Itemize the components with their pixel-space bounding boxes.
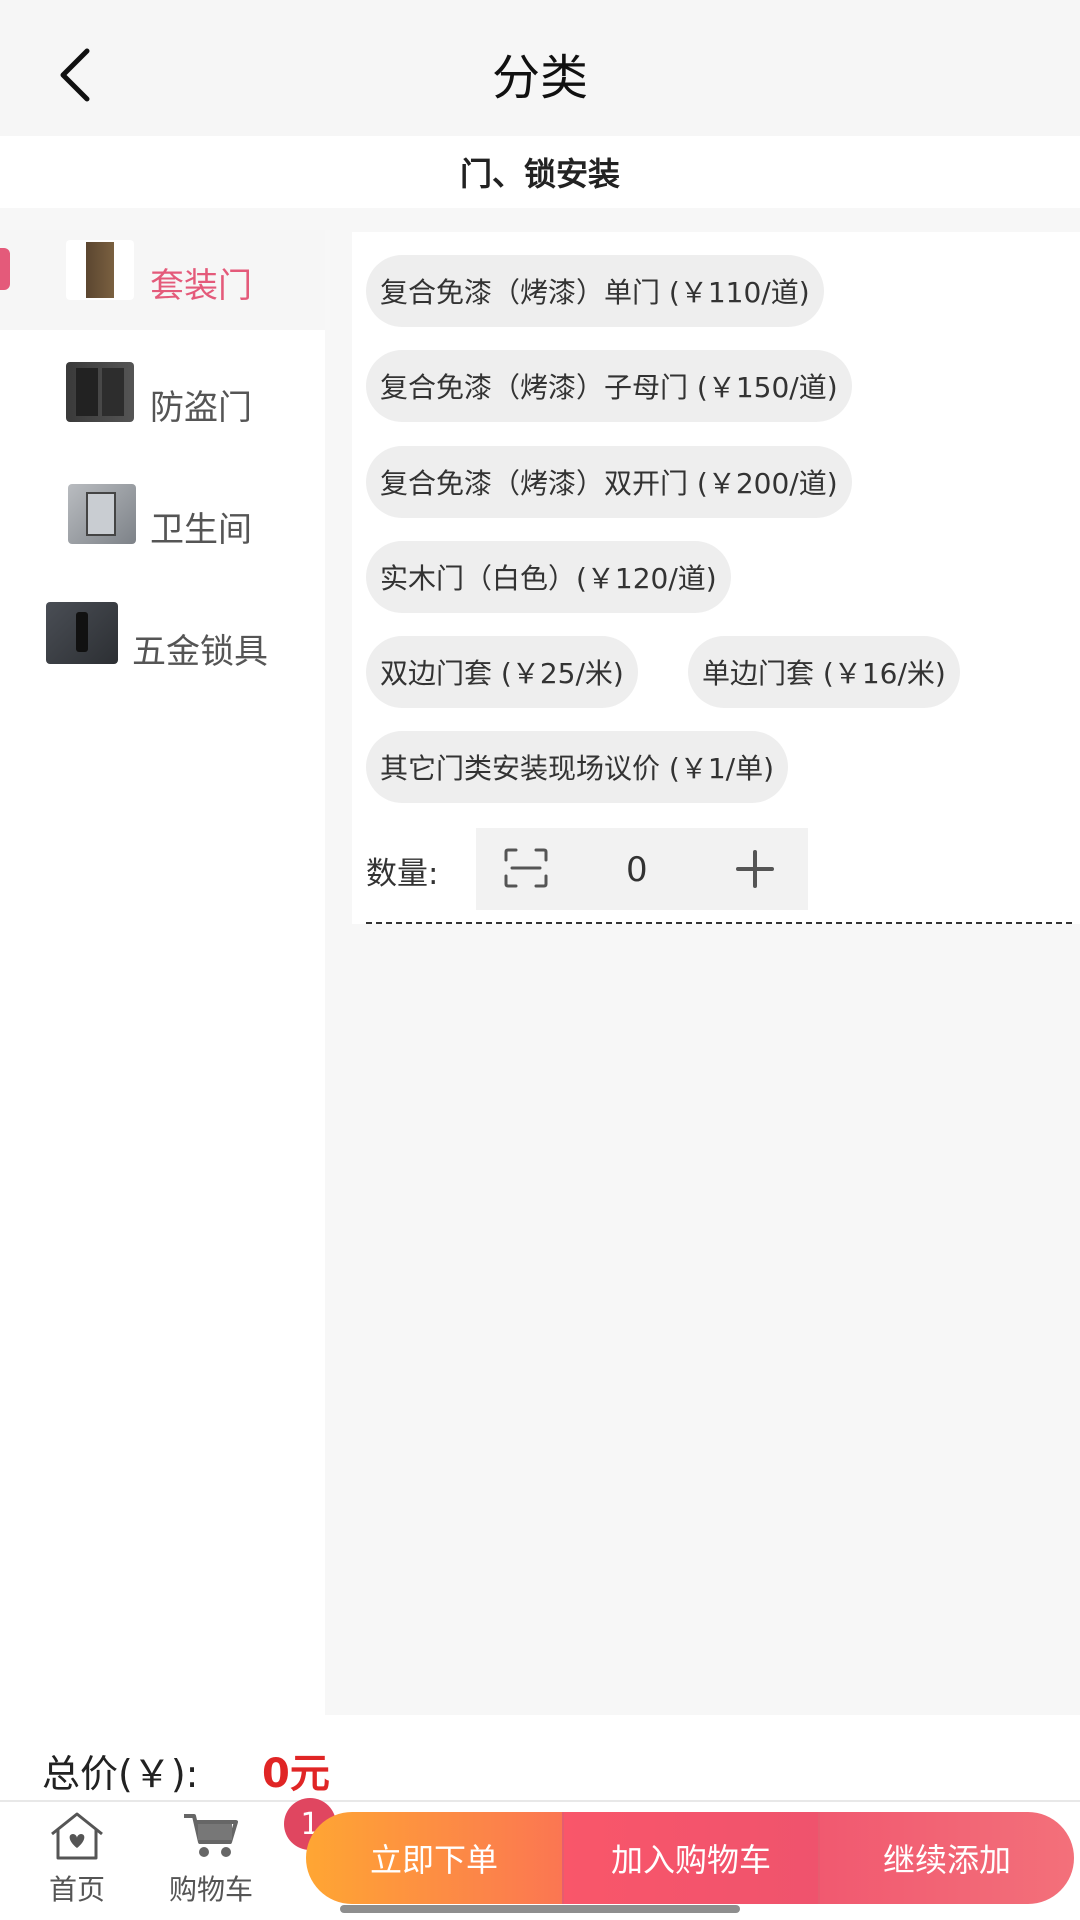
category-sidebar: 套装门 防盗门 卫生间 五金锁具 [0,230,325,1715]
sidebar-item-label: 五金锁具 [132,632,268,672]
add-to-cart-button[interactable]: 加入购物车 [562,1812,818,1904]
security-door-thumbnail [66,362,134,422]
total-label: 总价(￥): [42,1752,199,1796]
quantity-value: 0 [626,850,648,890]
sidebar-item-suit-door[interactable]: 套装门 [0,230,325,330]
total-bar: 总价(￥): 0元 [0,1715,1080,1807]
plus-icon[interactable] [734,848,776,890]
bathroom-thumbnail [68,484,136,544]
tab-cart[interactable]: 购物车 [156,1810,266,1910]
home-indicator [340,1905,740,1913]
home-icon [51,1812,103,1860]
sidebar-item-label: 套装门 [150,266,252,306]
quantity-stepper: 0 [476,828,808,910]
sidebar-item-label: 防盗门 [150,388,252,428]
option-chip-double-door[interactable]: 复合免漆（烤漆）双开门 (￥200/道) [366,446,852,518]
sidebar-item-bathroom[interactable]: 卫生间 [0,474,325,574]
tab-home[interactable]: 首页 [22,1810,132,1910]
option-chip-mother-child-door[interactable]: 复合免漆（烤漆）子母门 (￥150/道) [366,350,852,422]
sidebar-item-label: 卫生间 [150,510,252,550]
action-buttons: 立即下单 加入购物车 继续添加 [306,1812,1074,1904]
section-title: 门、锁安装 [0,136,1080,208]
tab-home-label: 首页 [48,1873,105,1906]
quantity-label: 数量: [366,856,439,892]
tab-cart-label: 购物车 [168,1873,253,1906]
option-chip-solid-wood-door[interactable]: 实木门（白色）(￥120/道) [366,541,731,613]
lock-thumbnail [46,602,118,664]
option-chip-single-door[interactable]: 复合免漆（烤漆）单门 (￥110/道) [366,255,824,327]
cart-icon [184,1814,238,1857]
sidebar-item-security-door[interactable]: 防盗门 [0,352,325,452]
suit-door-thumbnail [66,240,134,300]
sidebar-item-hardware-lock[interactable]: 五金锁具 [0,596,325,696]
total-price: 0元 [262,1751,330,1797]
bottom-bar: 首页 购物车 1 立即下单 加入购物车 继续添加 [0,1798,1080,1920]
option-chip-other-door[interactable]: 其它门类安装现场议价 (￥1/单) [366,731,788,803]
order-now-button[interactable]: 立即下单 [306,1812,562,1904]
page-title: 分类 [491,50,588,106]
option-chip-single-frame[interactable]: 单边门套 (￥16/米) [688,636,960,708]
dashed-divider [366,922,1072,924]
active-indicator [0,248,10,290]
continue-add-button[interactable]: 继续添加 [818,1812,1074,1904]
option-chip-double-frame[interactable]: 双边门套 (￥25/米) [366,636,638,708]
scan-icon[interactable] [504,848,548,888]
header: 分类 [0,0,1080,136]
